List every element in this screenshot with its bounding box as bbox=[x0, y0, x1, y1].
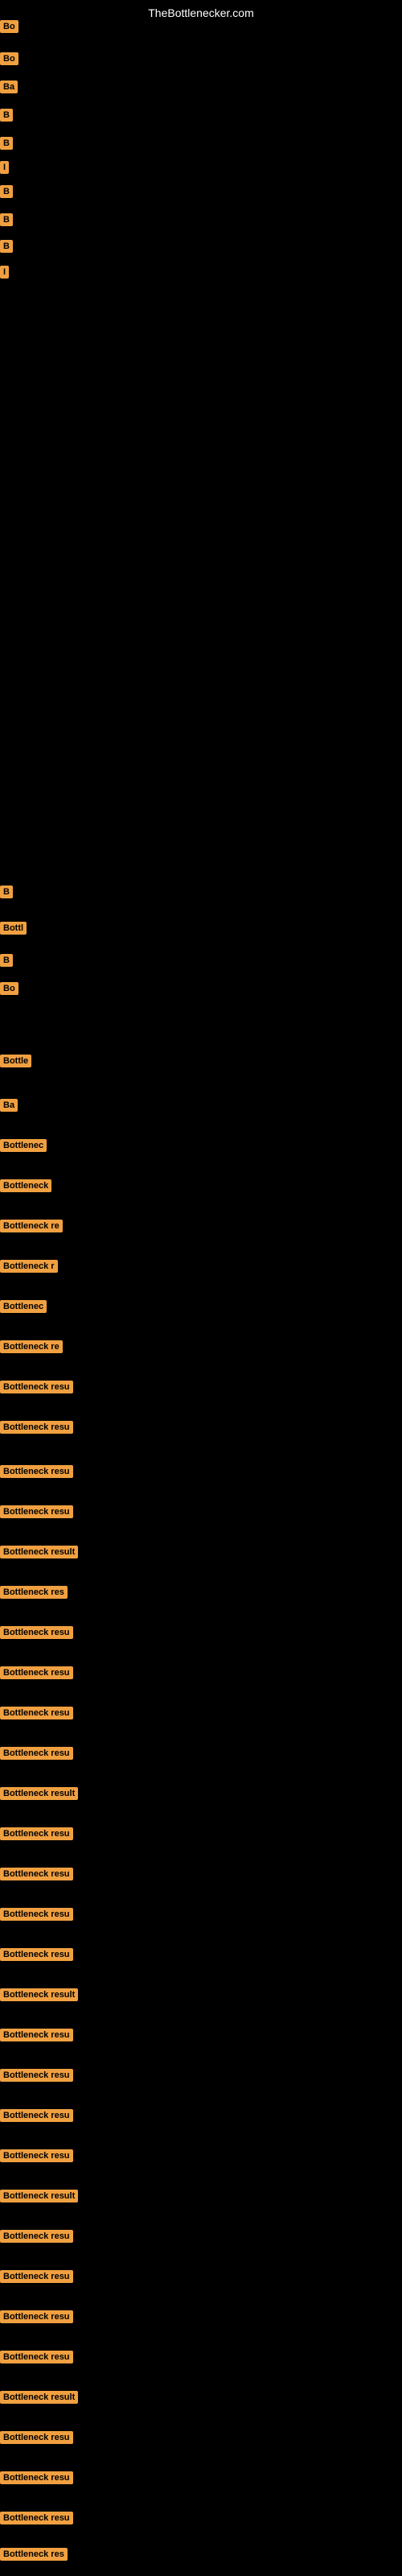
badge-48: Bottleneck result bbox=[0, 2391, 78, 2404]
badge-42: Bottleneck resu bbox=[0, 2149, 73, 2162]
badge-25: Bottleneck resu bbox=[0, 1465, 73, 1478]
badge-49: Bottleneck resu bbox=[0, 2431, 73, 2444]
badge-7: B bbox=[0, 185, 13, 198]
badge-2: Bo bbox=[0, 52, 18, 65]
badge-46: Bottleneck resu bbox=[0, 2310, 73, 2323]
badge-22: Bottleneck re bbox=[0, 1340, 63, 1353]
badge-34: Bottleneck resu bbox=[0, 1827, 73, 1840]
badge-26: Bottleneck resu bbox=[0, 1505, 73, 1518]
badge-29: Bottleneck resu bbox=[0, 1626, 73, 1639]
badge-51: Bottleneck resu bbox=[0, 2512, 73, 2524]
badge-16: Ba bbox=[0, 1099, 18, 1112]
badge-28: Bottleneck res bbox=[0, 1586, 68, 1599]
badge-24: Bottleneck resu bbox=[0, 1421, 73, 1434]
badge-11: B bbox=[0, 886, 13, 898]
badge-30: Bottleneck resu bbox=[0, 1666, 73, 1679]
badge-17: Bottlenec bbox=[0, 1139, 47, 1152]
badge-27: Bottleneck result bbox=[0, 1546, 78, 1558]
badge-6: I bbox=[0, 161, 9, 174]
badge-36: Bottleneck resu bbox=[0, 1908, 73, 1921]
badge-9: B bbox=[0, 240, 13, 253]
badge-44: Bottleneck resu bbox=[0, 2230, 73, 2243]
badge-39: Bottleneck resu bbox=[0, 2029, 73, 2041]
badge-20: Bottleneck r bbox=[0, 1260, 58, 1273]
badge-12: Bottl bbox=[0, 922, 27, 935]
badge-5: B bbox=[0, 137, 13, 150]
badge-33: Bottleneck result bbox=[0, 1787, 78, 1800]
badge-45: Bottleneck resu bbox=[0, 2270, 73, 2283]
badge-10: I bbox=[0, 266, 9, 279]
site-title: TheBottlenecker.com bbox=[148, 6, 254, 19]
badge-1: Bo bbox=[0, 20, 18, 33]
badge-38: Bottleneck result bbox=[0, 1988, 78, 2001]
badge-21: Bottlenec bbox=[0, 1300, 47, 1313]
badge-8: B bbox=[0, 213, 13, 226]
badge-50: Bottleneck resu bbox=[0, 2471, 73, 2484]
badge-41: Bottleneck resu bbox=[0, 2109, 73, 2122]
badge-18: Bottleneck bbox=[0, 1179, 51, 1192]
badge-31: Bottleneck resu bbox=[0, 1707, 73, 1719]
badge-40: Bottleneck resu bbox=[0, 2069, 73, 2082]
badge-15: Bottle bbox=[0, 1055, 31, 1067]
badge-23: Bottleneck resu bbox=[0, 1381, 73, 1393]
badge-3: Ba bbox=[0, 80, 18, 93]
badge-19: Bottleneck re bbox=[0, 1220, 63, 1232]
badge-37: Bottleneck resu bbox=[0, 1948, 73, 1961]
badge-14: Bo bbox=[0, 982, 18, 995]
badge-4: B bbox=[0, 109, 13, 122]
badge-35: Bottleneck resu bbox=[0, 1868, 73, 1880]
badge-52: Bottleneck res bbox=[0, 2548, 68, 2561]
badge-32: Bottleneck resu bbox=[0, 1747, 73, 1760]
badge-47: Bottleneck resu bbox=[0, 2351, 73, 2363]
badge-13: B bbox=[0, 954, 13, 967]
badge-43: Bottleneck result bbox=[0, 2190, 78, 2202]
